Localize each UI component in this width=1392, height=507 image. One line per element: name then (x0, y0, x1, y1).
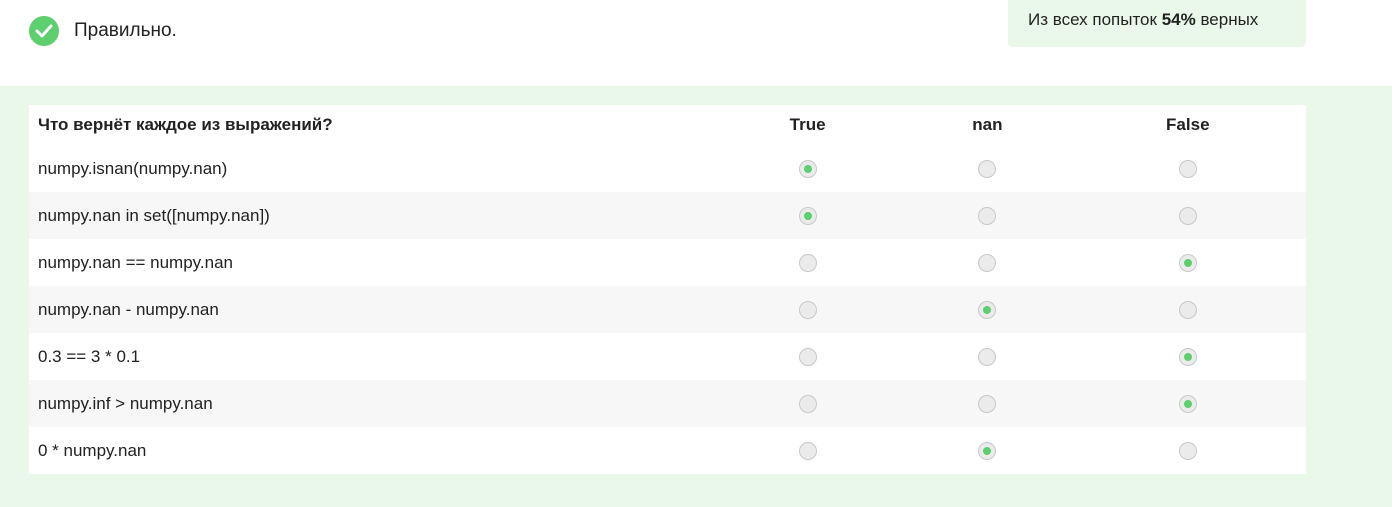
matrix-row: 0 * numpy.nan (29, 427, 1306, 474)
matrix-row: numpy.nan in set([numpy.nan]) (29, 192, 1306, 239)
radio-false[interactable] (1178, 254, 1197, 273)
matrix-question: Что вернёт каждое из выражений? (38, 115, 333, 134)
radio-false[interactable] (1178, 442, 1197, 461)
option-cell-true (710, 145, 905, 192)
option-cell-nan (905, 333, 1069, 380)
matrix-row: numpy.inf > numpy.nan (29, 380, 1306, 427)
option-cell-false (1070, 145, 1306, 192)
radio-true[interactable] (798, 301, 817, 320)
option-cell-nan (905, 380, 1070, 427)
row-expression: numpy.nan - numpy.nan (29, 286, 710, 333)
option-cell-false (1069, 380, 1306, 427)
radio-false[interactable] (1178, 160, 1197, 179)
result-header: Правильно. Из всех попыток 54% верных (0, 0, 1392, 86)
option-cell-true (710, 427, 905, 474)
radio-false[interactable] (1178, 301, 1197, 320)
radio-nan[interactable] (978, 254, 997, 273)
option-cell-nan (905, 192, 1070, 239)
row-expression: numpy.nan in set([numpy.nan]) (29, 192, 710, 239)
result-text: Правильно. (74, 20, 177, 41)
radio-nan[interactable] (978, 160, 997, 179)
option-cell-true (710, 380, 906, 427)
option-cell-false (1069, 192, 1306, 239)
row-expression: numpy.isnan(numpy.nan) (38, 158, 228, 178)
option-cell-nan (905, 427, 1069, 474)
option-header-false: False (1166, 115, 1210, 134)
radio-true[interactable] (798, 348, 817, 367)
stats-prefix: Из всех попыток (1028, 10, 1162, 29)
option-cell-true (710, 239, 905, 286)
radio-nan[interactable] (978, 395, 997, 414)
option-cell-true (710, 192, 906, 239)
radio-true[interactable] (798, 160, 817, 179)
row-expression: numpy.inf > numpy.nan (29, 380, 710, 427)
option-cell-false (1070, 239, 1306, 286)
option-header-true: True (789, 115, 826, 134)
radio-false[interactable] (1178, 207, 1197, 226)
radio-true[interactable] (798, 254, 817, 273)
radio-true[interactable] (798, 395, 817, 414)
option-cell-true (710, 333, 905, 380)
option-cell-true (710, 286, 906, 333)
matrix-row: numpy.nan - numpy.nan (29, 286, 1306, 333)
check-circle-icon (29, 16, 59, 46)
radio-false[interactable] (1178, 395, 1197, 414)
stats-percent: 54% (1161, 10, 1196, 29)
answer-matrix: Что вернёт каждое из выражений? True nan… (29, 105, 1306, 474)
row-expression: 0 * numpy.nan (38, 440, 147, 460)
matrix-header-row: Что вернёт каждое из выражений? True nan… (29, 105, 1306, 145)
option-cell-false (1070, 333, 1306, 380)
matrix-row: 0.3 == 3 * 0.1 (29, 333, 1306, 380)
matrix-body: numpy.isnan(numpy.nan) numpy.nan in set([… (29, 145, 1306, 474)
attempt-stats: Из всех попыток 54% верных (1008, 0, 1306, 47)
row-expression: 0.3 == 3 * 0.1 (38, 346, 141, 366)
radio-nan[interactable] (978, 207, 997, 226)
option-cell-nan (905, 286, 1070, 333)
option-cell-nan (905, 239, 1069, 286)
option-cell-false (1070, 427, 1306, 474)
option-header-nan: nan (972, 115, 1003, 134)
row-expression: numpy.nan == numpy.nan (38, 252, 234, 272)
radio-nan[interactable] (978, 301, 997, 320)
radio-nan[interactable] (978, 348, 997, 367)
radio-nan[interactable] (978, 442, 997, 461)
matrix-row: numpy.nan == numpy.nan (29, 239, 1306, 286)
result-status: Правильно. (29, 16, 177, 46)
stats-suffix: верных (1195, 10, 1259, 29)
radio-false[interactable] (1178, 348, 1197, 367)
radio-true[interactable] (798, 207, 817, 226)
matrix-row: numpy.isnan(numpy.nan) (29, 145, 1306, 192)
option-cell-nan (905, 145, 1069, 192)
option-cell-false (1069, 286, 1306, 333)
radio-true[interactable] (798, 442, 817, 461)
quiz-area: Что вернёт каждое из выражений? True nan… (0, 86, 1392, 507)
